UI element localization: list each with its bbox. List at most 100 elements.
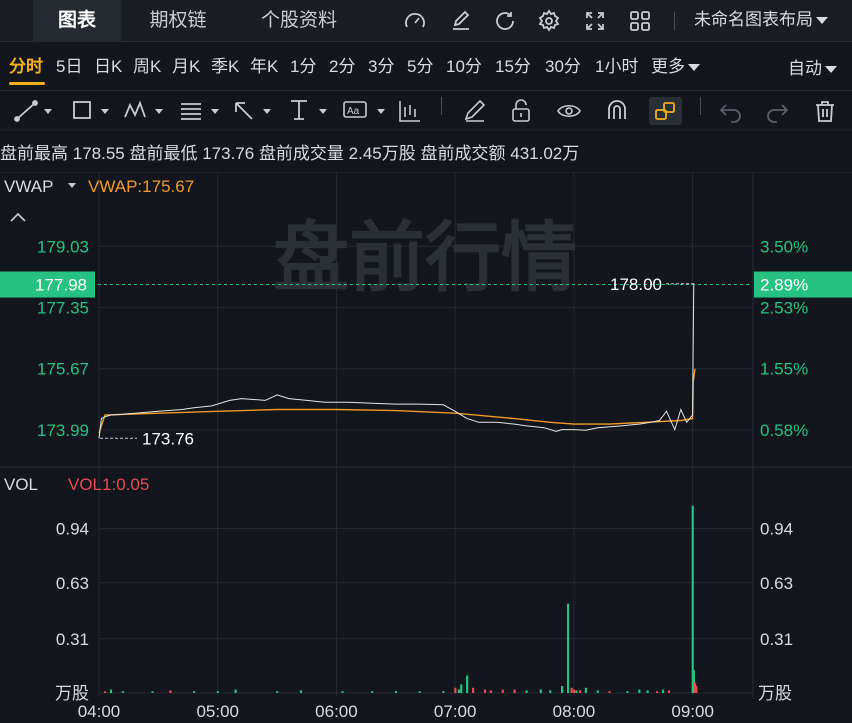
period-1min[interactable]: 1分 xyxy=(290,52,316,77)
trash-icon[interactable] xyxy=(812,97,838,125)
time-axis: 04:00 05:00 06:00 07:00 08:00 09:00 xyxy=(78,702,714,721)
premarket-high-label: 盘前最高 xyxy=(0,144,68,163)
period-more[interactable]: 更多 xyxy=(651,52,700,77)
volume-bar xyxy=(638,689,641,693)
pct-tick-label: 3.50% xyxy=(760,237,808,256)
text-tool-icon[interactable]: Aa xyxy=(342,97,392,125)
period-10min[interactable]: 10分 xyxy=(446,52,482,77)
edit-icon[interactable] xyxy=(449,9,473,33)
collapse-up-icon[interactable] xyxy=(10,212,26,222)
time-tick-label: 09:00 xyxy=(671,702,714,721)
volume-bar xyxy=(578,690,582,693)
magnet-icon[interactable] xyxy=(604,97,630,125)
top-tab-bar: 图表 期权链 个股资料 未命名图表布局 xyxy=(0,0,852,42)
text-marker-icon[interactable] xyxy=(287,97,333,125)
volume-bar xyxy=(169,690,172,693)
grid-icon[interactable] xyxy=(628,9,652,33)
vol-indicator-value: VOL1:0.05 xyxy=(68,475,149,494)
tab-options-chain[interactable]: 期权链 xyxy=(132,0,224,42)
eye-icon[interactable] xyxy=(556,97,582,125)
fib-tool-icon[interactable] xyxy=(178,97,224,125)
settings-icon[interactable] xyxy=(537,9,561,33)
volume-tick-label: 0.31 xyxy=(56,630,89,649)
time-tick-label: 04:00 xyxy=(78,702,121,721)
premarket-low-value: 173.76 xyxy=(202,144,255,163)
premarket-low-label: 盘前最低 xyxy=(129,144,198,163)
time-tick-label: 07:00 xyxy=(434,702,477,721)
unlock-icon[interactable] xyxy=(508,97,534,125)
volume-bar xyxy=(457,689,460,693)
tab-chart[interactable]: 图表 xyxy=(33,0,121,42)
volume-bar xyxy=(489,690,492,693)
volume-bar xyxy=(561,686,564,693)
premarket-high-value: 178.55 xyxy=(72,144,125,163)
period-daily[interactable]: 日K xyxy=(94,52,122,77)
tab-stock-profile[interactable]: 个股资料 xyxy=(244,0,354,42)
premarket-volume-label: 盘前成交量 xyxy=(258,144,344,163)
layout-dropdown[interactable]: 未命名图表布局 xyxy=(694,0,828,42)
intraday-chart[interactable]: 盘前行情 VWAP VWAP:175.67 179.03 177.35 175.67… xyxy=(0,172,852,723)
price-series-line xyxy=(98,283,695,439)
pattern-tool-icon[interactable] xyxy=(122,97,168,125)
vwap-indicator-name[interactable]: VWAP xyxy=(4,177,53,196)
period-5d[interactable]: 5日 xyxy=(56,52,82,77)
link-icon[interactable] xyxy=(649,97,682,125)
vwap-indicator-value: VWAP:175.67 xyxy=(88,177,194,196)
refresh-icon[interactable] xyxy=(493,9,517,33)
period-weekly[interactable]: 周K xyxy=(133,52,161,77)
layout-label: 未命名图表布局 xyxy=(694,10,813,29)
period-30min[interactable]: 30分 xyxy=(545,52,581,77)
pct-tick-label: 2.53% xyxy=(760,298,808,317)
price-tick-label: 173.99 xyxy=(37,421,89,440)
chevron-down-icon xyxy=(816,17,828,25)
vwap-series-line xyxy=(98,368,696,434)
volume-bar xyxy=(572,689,576,693)
price-tick-label: 179.03 xyxy=(37,237,89,256)
period-2min[interactable]: 2分 xyxy=(329,52,355,77)
volume-bar xyxy=(471,687,475,693)
premarket-amount-label: 盘前成交额 xyxy=(420,144,506,163)
bar-tool-icon[interactable] xyxy=(397,97,423,125)
current-pct-label: 2.89% xyxy=(760,276,808,295)
volume-unit-right: 万股 xyxy=(758,684,792,703)
price-tick-label: 177.35 xyxy=(37,298,89,317)
period-bar: 分时 5日 日K 周K 月K 季K 年K 1分 2分 3分 5分 10分 15分… xyxy=(0,42,852,88)
period-1hour[interactable]: 1小时 xyxy=(595,52,638,77)
volume-tick-label-right: 0.31 xyxy=(760,630,793,649)
active-period-indicator xyxy=(9,82,45,85)
period-3min[interactable]: 3分 xyxy=(368,52,394,77)
price-tick-label: 175.67 xyxy=(37,360,89,379)
volume-tick-label: 0.94 xyxy=(56,520,89,539)
pencil-icon[interactable] xyxy=(462,97,488,125)
line-tool-icon[interactable] xyxy=(13,97,55,125)
time-tick-label: 08:00 xyxy=(553,702,596,721)
volume-bar xyxy=(460,684,463,693)
watermark-text: 盘前行情 xyxy=(273,216,577,301)
premarket-amount-value: 431.02万 xyxy=(510,144,580,163)
volume-bar xyxy=(667,690,671,693)
gauge-icon[interactable] xyxy=(403,9,427,33)
arrow-tool-icon[interactable] xyxy=(232,97,278,125)
fullscreen-icon[interactable] xyxy=(583,9,607,33)
period-5min[interactable]: 5分 xyxy=(407,52,433,77)
period-15min[interactable]: 15分 xyxy=(495,52,531,77)
period-quarterly[interactable]: 季K xyxy=(211,52,239,77)
pct-tick-label: 0.58% xyxy=(760,421,808,440)
volume-bar xyxy=(341,691,344,693)
period-yearly[interactable]: 年K xyxy=(250,52,278,77)
rectangle-tool-icon[interactable] xyxy=(70,97,112,125)
volume-bar xyxy=(549,690,552,693)
volume-bar xyxy=(513,689,516,693)
auto-dropdown[interactable]: 自动 xyxy=(788,54,837,79)
period-intraday[interactable]: 分时 xyxy=(9,52,43,77)
volume-bar xyxy=(276,691,279,693)
volume-bar xyxy=(695,686,698,693)
volume-bar xyxy=(646,690,649,693)
volume-bar xyxy=(501,689,504,693)
divider xyxy=(700,97,701,115)
volume-bar xyxy=(454,687,457,693)
chevron-down-icon[interactable] xyxy=(68,183,76,188)
vol-indicator-name[interactable]: VOL xyxy=(4,475,38,494)
period-monthly[interactable]: 月K xyxy=(172,52,200,77)
chevron-down-icon xyxy=(688,64,700,72)
